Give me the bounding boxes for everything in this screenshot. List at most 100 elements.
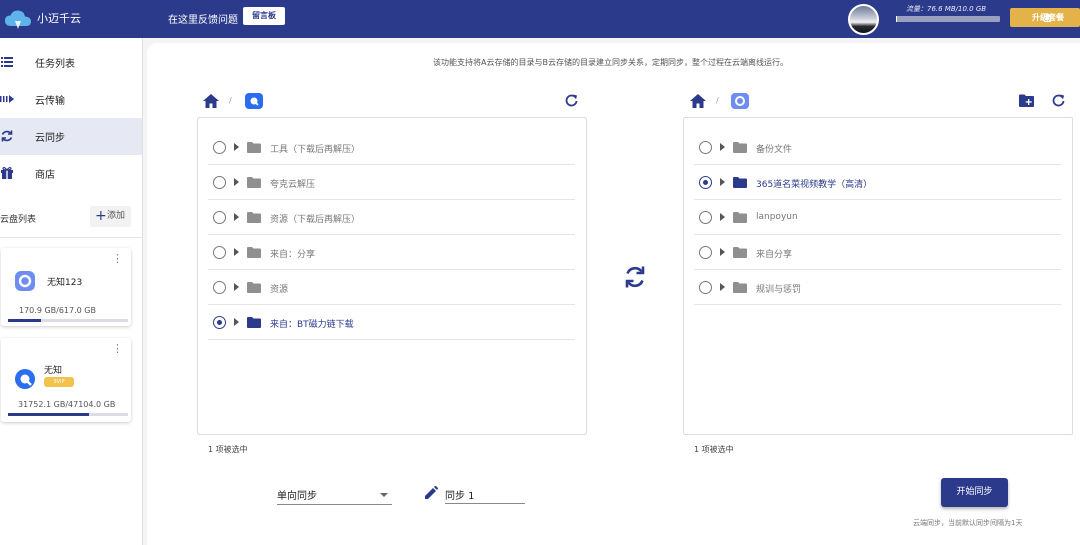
svip-badge: SVIP [44, 377, 74, 387]
plus-icon: + [95, 208, 107, 224]
folder-row[interactable]: 资源（下载后再解压） [208, 200, 575, 235]
breadcrumb-separator: / [716, 96, 719, 105]
folder-icon [733, 282, 747, 293]
sidebar-divider [0, 237, 142, 238]
radio-button[interactable] [213, 246, 226, 259]
sync-interval-hint: 云端同步，当前默认同步间隔为1天 [913, 519, 1023, 527]
radio-button[interactable] [699, 176, 712, 189]
sidebar-item-transfer[interactable]: 云传输 [0, 81, 142, 118]
caret-right-icon[interactable] [720, 178, 725, 186]
folder-row[interactable]: 资源 [208, 270, 575, 305]
upgrade-arrow-icon [1044, 13, 1051, 22]
caret-right-icon[interactable] [234, 213, 239, 221]
folder-name: 来自分享 [756, 250, 793, 260]
folder-name: 来自：BT磁力链下载 [270, 320, 354, 330]
folder-row[interactable]: 来自：BT磁力链下载 [208, 305, 575, 340]
folder-row[interactable]: 规训与惩罚 [694, 270, 1061, 305]
feature-description: 该功能支持将A云存储的目录与B云存储的目录建立同步关系，定期同步，整个过程在云端… [433, 58, 788, 67]
traffic-usage-text: 流量：76.6 MB/10.0 GB [906, 5, 987, 13]
list-icon [0, 55, 14, 69]
sidebar-item-sync[interactable]: 云同步 [0, 118, 142, 155]
new-folder-icon[interactable] [1019, 94, 1034, 107]
sidebar-item-label: 云同步 [35, 133, 65, 144]
pencil-icon [425, 486, 438, 499]
upgrade-plan-button[interactable]: 升级套餐 [1010, 8, 1080, 27]
folder-icon [733, 212, 747, 223]
radio-button[interactable] [699, 211, 712, 224]
radio-button[interactable] [213, 211, 226, 224]
folder-icon [247, 282, 261, 293]
source-folder-panel: 工具（下载后再解压） 夸克云解压资源（下载后再解压） 来自：分享资源来自：BT磁力链… [197, 117, 587, 435]
folder-row[interactable]: 来自分享 [694, 235, 1061, 270]
folder-name: 365道名菜视频教学（高清） [756, 180, 873, 190]
more-options-icon[interactable]: ⋮ [112, 253, 123, 264]
disk-list-title: 云盘列表 [0, 215, 37, 225]
caret-right-icon[interactable] [720, 248, 725, 256]
radio-button[interactable] [213, 281, 226, 294]
caret-right-icon[interactable] [234, 143, 239, 151]
more-options-icon[interactable]: ⋮ [112, 343, 123, 354]
sync-direction-icon [623, 264, 647, 290]
folder-row[interactable]: 365道名菜视频教学（高清） [694, 165, 1061, 200]
sync-name-input[interactable] [445, 485, 525, 504]
folder-row[interactable]: lanpoyun [694, 200, 1061, 235]
avatar[interactable] [848, 4, 879, 35]
gift-icon [0, 166, 14, 180]
home-icon[interactable] [203, 94, 219, 108]
caret-right-icon[interactable] [234, 283, 239, 291]
disk-usage-bar [8, 319, 128, 322]
cloud-disk-b-icon[interactable] [245, 93, 263, 109]
sidebar-item-label: 云传输 [35, 96, 65, 107]
folder-icon [247, 177, 261, 188]
sidebar-item-store[interactable]: 商店 [0, 155, 142, 192]
caret-right-icon[interactable] [720, 213, 725, 221]
folder-name: 工具（下载后再解压） [270, 145, 361, 155]
caret-right-icon[interactable] [234, 178, 239, 186]
sidebar-item-label: 任务列表 [35, 59, 75, 70]
caret-right-icon[interactable] [234, 318, 239, 326]
sync-icon [0, 129, 14, 143]
folder-name: 备份文件 [756, 145, 793, 155]
sync-mode-select[interactable]: 单向同步 [277, 487, 392, 505]
app-name: 小迈千云 [37, 12, 81, 25]
folder-row[interactable]: 夸克云解压 [208, 165, 575, 200]
folder-row[interactable]: 备份文件 [694, 130, 1061, 165]
disk-card-2[interactable]: 无知 SVIP ⋮ 31752.1 GB/47104.0 GB [1, 338, 131, 422]
cloud-disk-a-icon[interactable] [731, 93, 749, 109]
disk-usage-text: 31752.1 GB/47104.0 GB [18, 400, 116, 409]
refresh-icon[interactable] [1052, 94, 1065, 107]
cloud-disk-a-icon [14, 270, 36, 292]
radio-button[interactable] [213, 176, 226, 189]
disk-card-1[interactable]: 无知123 ⋮ 170.9 GB/617.0 GB [1, 248, 131, 326]
sync-mode-value: 单向同步 [277, 491, 317, 502]
disk-name: 无知 [44, 366, 63, 376]
chevron-down-icon [380, 493, 388, 497]
add-disk-button[interactable]: + 添加 [90, 206, 131, 227]
radio-button[interactable] [699, 141, 712, 154]
cloud-disk-b-icon [14, 368, 36, 390]
disk-usage-bar [8, 413, 128, 416]
radio-button[interactable] [213, 316, 226, 329]
guestbook-button[interactable]: 留言板 [243, 7, 285, 25]
caret-right-icon[interactable] [720, 283, 725, 291]
refresh-icon[interactable] [565, 94, 578, 107]
home-icon[interactable] [690, 94, 706, 108]
caret-right-icon[interactable] [234, 248, 239, 256]
folder-name: 资源（下载后再解压） [270, 215, 361, 225]
sidebar: 任务列表 云传输 云同步 商店 云盘列表 + 添加 无知123 ⋮ 170.9 … [0, 38, 143, 545]
disk-name: 无知123 [47, 278, 83, 288]
start-sync-button[interactable]: 开始同步 [941, 478, 1008, 507]
transfer-icon [0, 92, 15, 106]
folder-icon [247, 247, 261, 258]
folder-icon [247, 212, 261, 223]
sidebar-item-tasks[interactable]: 任务列表 [0, 44, 142, 81]
caret-right-icon[interactable] [720, 143, 725, 151]
radio-button[interactable] [699, 281, 712, 294]
folder-row[interactable]: 来自：分享 [208, 235, 575, 270]
folder-name: 来自：分享 [270, 250, 316, 260]
folder-row[interactable]: 工具（下载后再解压） [208, 130, 575, 165]
folder-icon [733, 247, 747, 258]
radio-button[interactable] [699, 246, 712, 259]
folder-icon [247, 317, 261, 328]
radio-button[interactable] [213, 141, 226, 154]
